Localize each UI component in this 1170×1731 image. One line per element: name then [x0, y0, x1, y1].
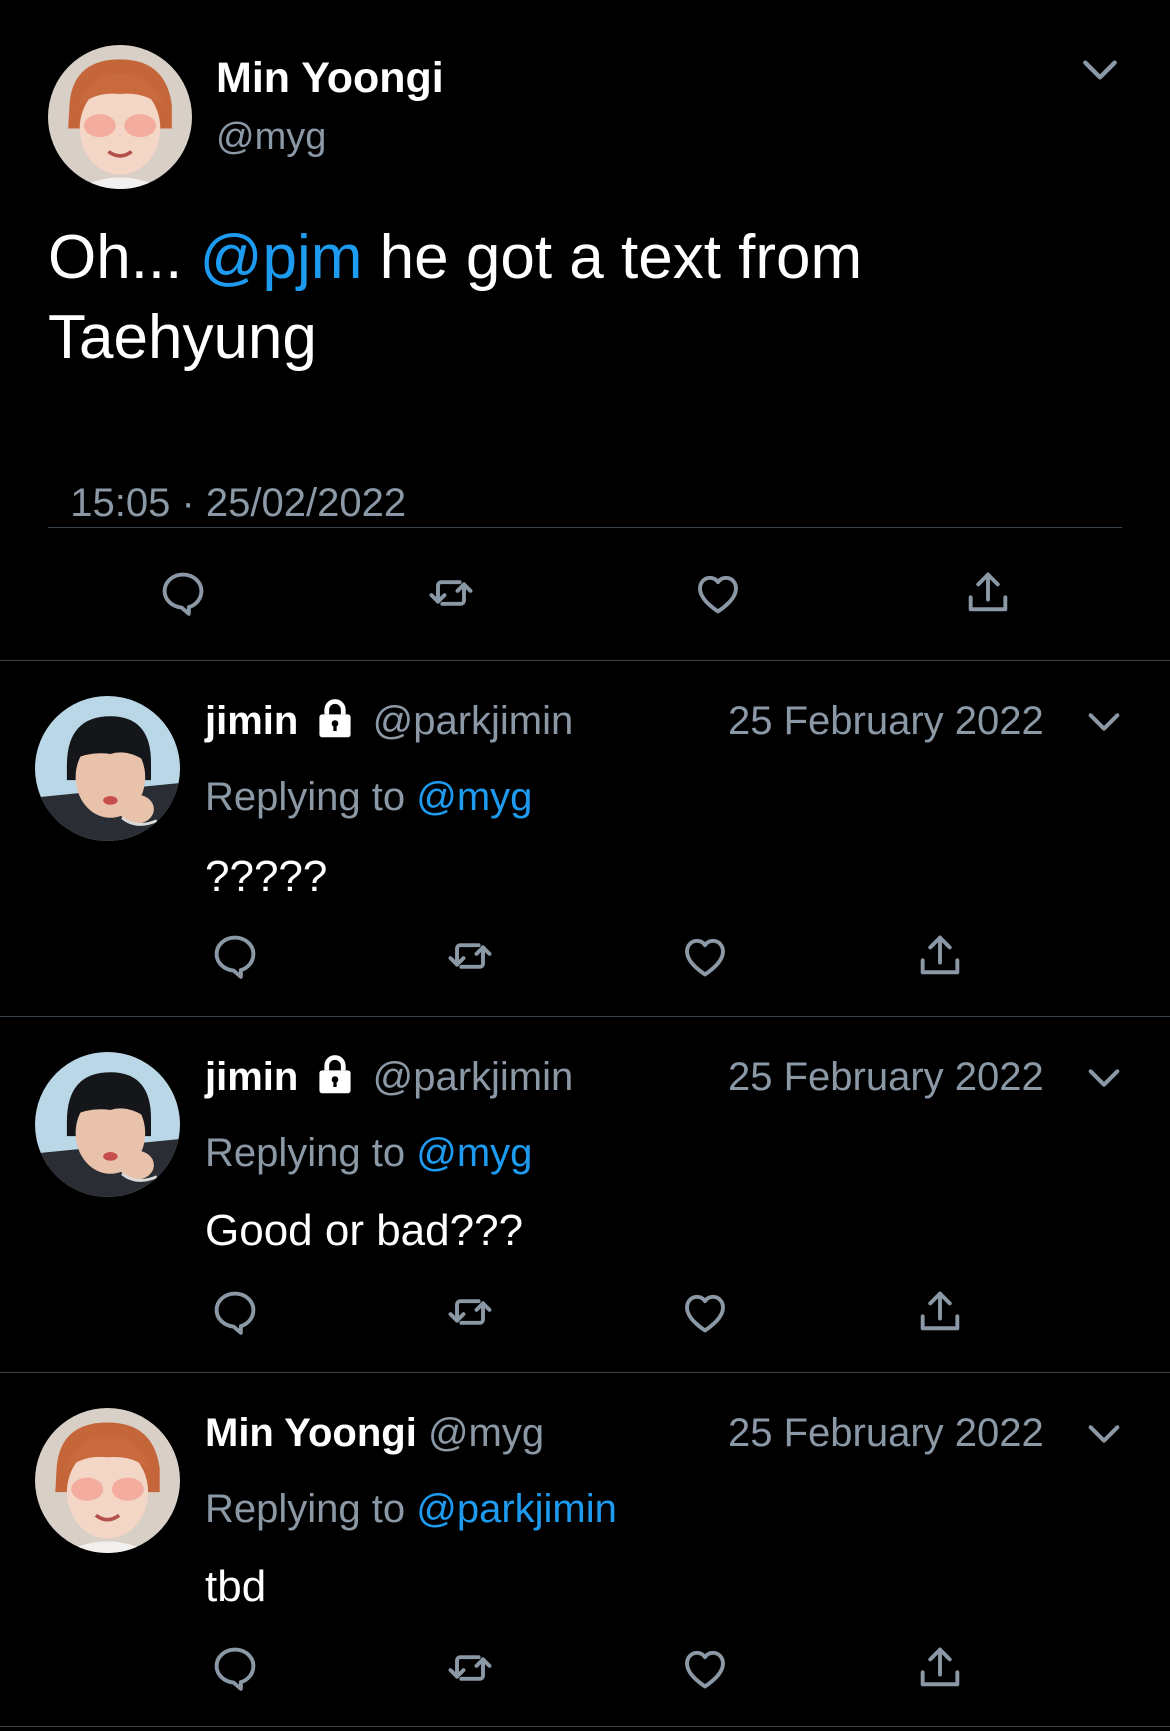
divider: [0, 660, 1170, 661]
main-tweet-text: Oh... @pjm he got a text from Taehyung: [48, 218, 1128, 378]
reply-display-name[interactable]: jimin: [205, 699, 298, 743]
tweet-text-line1: he got a text from: [362, 223, 863, 292]
avatar[interactable]: [35, 696, 180, 841]
timestamp-separator: ·: [181, 481, 195, 525]
reply-icon[interactable]: [155, 565, 211, 621]
timestamp-time: 15:05: [70, 481, 171, 525]
share-icon[interactable]: [912, 1284, 968, 1340]
replying-label: Replying to: [205, 1487, 417, 1531]
chevron-down-icon[interactable]: [1076, 48, 1124, 92]
main-display-name[interactable]: Min Yoongi: [216, 50, 444, 106]
tweet-text-prefix: Oh...: [48, 223, 200, 292]
replying-to: Replying to @myg: [205, 1128, 532, 1178]
main-handle[interactable]: @myg: [216, 112, 326, 162]
tweet-text-line2: Taehyung: [48, 303, 317, 372]
avatar[interactable]: [48, 45, 192, 189]
reply-handle[interactable]: @parkjimin: [373, 1055, 574, 1099]
replying-to-link[interactable]: @parkjimin: [416, 1487, 617, 1531]
reply-handle[interactable]: @myg: [428, 1411, 544, 1455]
reply-icon[interactable]: [207, 1284, 263, 1340]
reply-date[interactable]: 25 February 2022: [728, 1408, 1044, 1458]
reply-icon[interactable]: [207, 1640, 263, 1696]
timestamp-date: 25/02/2022: [205, 481, 407, 525]
chevron-down-icon[interactable]: [1082, 702, 1126, 742]
like-icon[interactable]: [677, 1640, 733, 1696]
reply-date[interactable]: 25 February 2022: [728, 1052, 1044, 1102]
reply-text: ?????: [205, 852, 328, 901]
avatar-image: [48, 45, 192, 189]
retweet-icon[interactable]: [423, 565, 479, 621]
replying-to-link[interactable]: @myg: [416, 775, 532, 819]
replying-to-link[interactable]: @myg: [416, 1131, 532, 1175]
divider: [0, 1726, 1170, 1727]
chevron-down-icon[interactable]: [1082, 1414, 1126, 1454]
divider: [0, 1372, 1170, 1373]
like-icon[interactable]: [677, 928, 733, 984]
main-timestamp[interactable]: 15:05 · 25/02/2022: [48, 428, 406, 528]
like-icon[interactable]: [677, 1284, 733, 1340]
retweet-icon[interactable]: [442, 1640, 498, 1696]
share-icon[interactable]: [960, 565, 1016, 621]
replying-label: Replying to: [205, 1131, 417, 1175]
mention-link[interactable]: @pjm: [200, 223, 363, 292]
replying-to: Replying to @myg: [205, 772, 532, 822]
avatar-image: [35, 1408, 180, 1553]
reply-display-name[interactable]: jimin: [205, 1055, 298, 1099]
share-icon[interactable]: [912, 928, 968, 984]
reply-header: jimin @parkjimin: [205, 696, 573, 746]
replying-label: Replying to: [205, 775, 417, 819]
lock-icon: [313, 1052, 357, 1096]
chevron-down-icon[interactable]: [1082, 1058, 1126, 1098]
avatar-image: [35, 1052, 180, 1197]
reply-text: tbd: [205, 1562, 267, 1611]
reply-date[interactable]: 25 February 2022: [728, 696, 1044, 746]
avatar[interactable]: [35, 1052, 180, 1197]
retweet-icon[interactable]: [442, 928, 498, 984]
reply-display-name[interactable]: Min Yoongi: [205, 1411, 417, 1455]
divider: [0, 1016, 1170, 1017]
retweet-icon[interactable]: [442, 1284, 498, 1340]
reply-handle[interactable]: @parkjimin: [373, 699, 574, 743]
reply-header: jimin @parkjimin: [205, 1052, 573, 1102]
divider: [48, 527, 1122, 528]
like-icon[interactable]: [690, 565, 746, 621]
share-icon[interactable]: [912, 1640, 968, 1696]
replying-to: Replying to @parkjimin: [205, 1484, 617, 1534]
reply-text: Good or bad???: [205, 1206, 524, 1255]
avatar[interactable]: [35, 1408, 180, 1553]
lock-icon: [313, 696, 357, 740]
reply-icon[interactable]: [207, 928, 263, 984]
reply-header: Min Yoongi @myg: [205, 1408, 544, 1458]
avatar-image: [35, 696, 180, 841]
